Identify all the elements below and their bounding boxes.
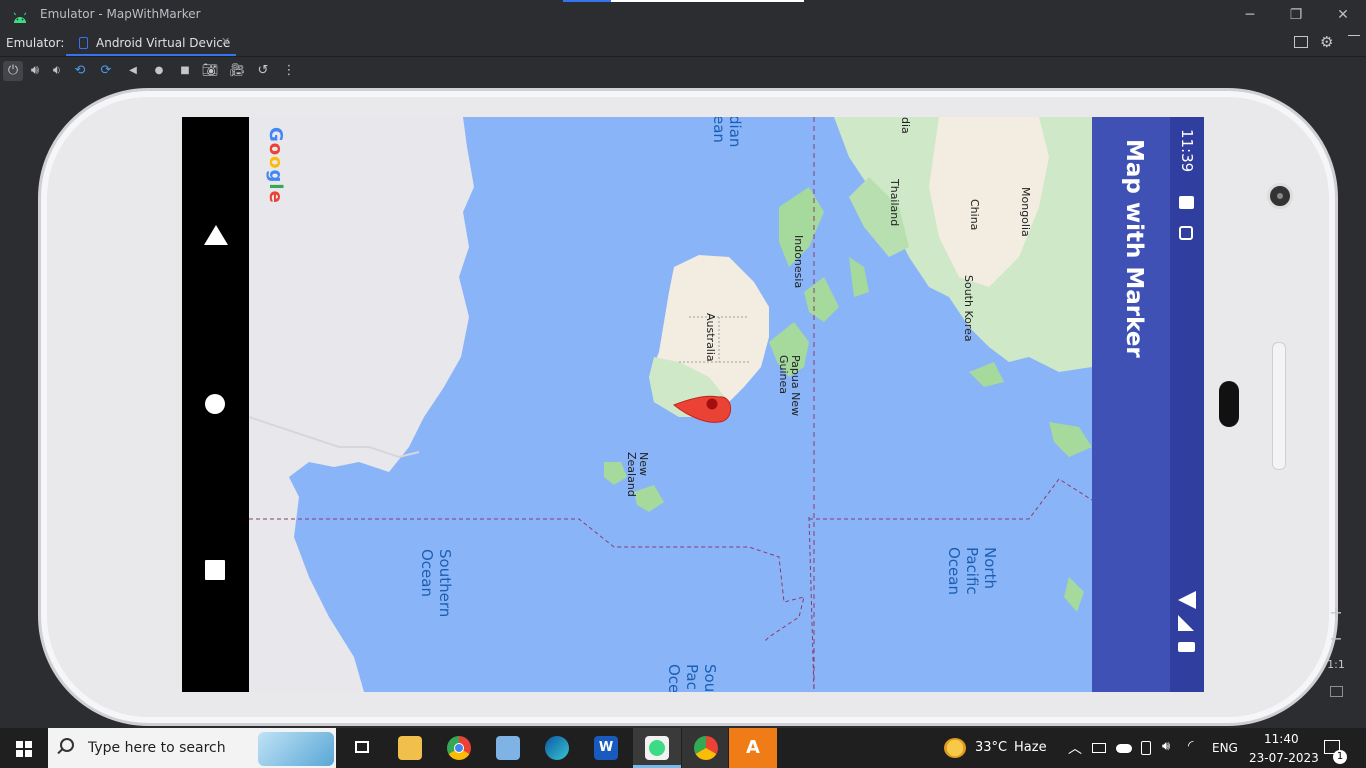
map-label-australia: Australia: [704, 313, 717, 362]
phone-side-button[interactable]: [1272, 342, 1286, 470]
search-highlight-image: [258, 732, 334, 766]
chrome-icon[interactable]: [447, 736, 471, 760]
overview-icon[interactable]: ■: [175, 61, 195, 81]
camera-icon[interactable]: 📷︎: [200, 61, 220, 81]
emulator-app-icon[interactable]: A: [741, 736, 765, 760]
android-navbar: [182, 117, 249, 692]
tab-label: Android Virtual Device: [96, 36, 231, 50]
language-indicator[interactable]: ENG: [1212, 741, 1238, 755]
screenrecord-icon[interactable]: 🎥︎: [227, 61, 247, 81]
clock-time[interactable]: 11:40: [1264, 732, 1299, 746]
map-label-indian-ocean: dian ean: [710, 117, 744, 148]
task-view-icon[interactable]: [350, 736, 374, 760]
tab-close-icon[interactable]: ✕: [221, 35, 230, 48]
hide-panel-icon[interactable]: [1348, 35, 1360, 49]
pc-app-icon[interactable]: [496, 736, 520, 760]
battery-icon: [1178, 642, 1195, 652]
wifi-icon: [1178, 591, 1196, 609]
tab-underline: [66, 54, 236, 56]
onedrive-icon[interactable]: [1116, 744, 1132, 753]
phone-camera: [1267, 183, 1293, 209]
android-statusbar: 11:39: [1170, 117, 1204, 692]
back-icon[interactable]: ◀: [123, 61, 143, 81]
title-accent: [563, 0, 611, 2]
google-map[interactable]: Google dian ean dia Thailand China Mongo…: [249, 117, 1092, 692]
more-icon[interactable]: ⋮: [279, 61, 299, 81]
window-titlebar: Emulator - MapWithMarker ─ ❐ ✕: [0, 0, 1366, 30]
app-title: Map with Marker: [1121, 139, 1147, 358]
search-placeholder: Type here to search: [88, 740, 226, 756]
file-explorer-icon[interactable]: [398, 736, 422, 760]
device-icon: [79, 37, 88, 49]
settings-gear-icon[interactable]: ⚙: [1320, 33, 1333, 51]
nav-back-icon[interactable]: [204, 225, 228, 245]
power-icon[interactable]: ⏻: [3, 61, 23, 81]
signal-icon: [1178, 615, 1194, 631]
sync-icon: [1179, 226, 1193, 240]
android-icon: [12, 8, 28, 23]
map-label-south-pacific: Sou Pac Oce: [665, 664, 719, 692]
emulator-label: Emulator:: [6, 36, 65, 50]
map-label-thailand: Thailand: [888, 179, 901, 227]
chrome-profile-icon[interactable]: [694, 736, 718, 760]
windows-start-icon[interactable]: [16, 741, 32, 757]
zoom-in-button[interactable]: +: [1324, 601, 1348, 625]
map-label-china: China: [968, 199, 981, 231]
close-button[interactable]: ✕: [1328, 4, 1358, 26]
map-label-southern-ocean: Southern Ocean: [418, 549, 454, 618]
map-label-papua-new-guinea: Papua New Guinea: [777, 355, 802, 417]
clock-date[interactable]: 23-07-2023: [1249, 751, 1319, 765]
map-label-south-korea: South Korea: [962, 275, 975, 342]
snapshot-icon[interactable]: ↺: [253, 61, 273, 81]
layout-icon[interactable]: [1294, 36, 1308, 48]
show-hidden-icons-icon[interactable]: ︿: [1068, 738, 1082, 758]
speaker-icon[interactable]: 🔊︎: [1162, 739, 1170, 754]
battery-tray-icon[interactable]: [1092, 743, 1106, 753]
word-icon[interactable]: W: [594, 736, 618, 760]
taskbar-search-box[interactable]: Type here to search: [48, 728, 336, 768]
title-accent-2: [611, 0, 804, 2]
weather-desc[interactable]: Haze: [1014, 740, 1047, 755]
weather-haze-icon[interactable]: [944, 738, 966, 758]
notification-badge: 1: [1333, 750, 1347, 764]
map-label-new-zealand: New Zealand: [625, 452, 650, 497]
rotate-right-icon[interactable]: ⟳: [96, 61, 116, 81]
nav-overview-icon[interactable]: [205, 560, 225, 580]
edge-icon[interactable]: [545, 736, 569, 760]
map-label-indonesia: Indonesia: [792, 235, 805, 289]
minimize-button[interactable]: ─: [1235, 4, 1265, 26]
app-toolbar: Map with Marker: [1092, 117, 1170, 692]
map-label-north-pacific: North Pacific Ocean: [945, 547, 999, 595]
network-icon[interactable]: ◜: [1188, 738, 1193, 754]
zoom-out-button[interactable]: −: [1324, 627, 1348, 651]
map-label-india: dia: [899, 117, 912, 134]
map-label-mongolia: Mongolia: [1019, 187, 1032, 237]
restore-button[interactable]: ❐: [1281, 4, 1311, 26]
sim-icon: [1179, 196, 1194, 209]
rotate-left-icon[interactable]: ⟲: [70, 61, 90, 81]
tab-android-virtual-device[interactable]: Android Virtual Device ✕: [66, 30, 236, 56]
weather-temp[interactable]: 33°C: [975, 740, 1007, 755]
phone-sensor: [1219, 381, 1239, 427]
meet-now-icon[interactable]: [1141, 741, 1151, 755]
zoom-1to1-button[interactable]: 1:1: [1324, 653, 1348, 677]
home-icon[interactable]: ●: [149, 61, 169, 81]
emulator-toolbar: ⏻ 🔊︎ 🔉︎ ⟲ ⟳ ◀ ● ■ 📷︎ 🎥︎ ↺ ⋮: [0, 57, 1366, 85]
window-title: Emulator - MapWithMarker: [40, 7, 201, 21]
android-studio-icon[interactable]: [645, 736, 669, 760]
map-label-google-logo: Google: [265, 127, 286, 204]
fit-screen-icon[interactable]: [1324, 680, 1348, 704]
volume-down-icon[interactable]: 🔉︎: [47, 61, 67, 81]
volume-up-icon[interactable]: 🔊︎: [25, 61, 45, 81]
status-time: 11:39: [1178, 129, 1196, 173]
nav-home-icon[interactable]: [205, 394, 225, 414]
